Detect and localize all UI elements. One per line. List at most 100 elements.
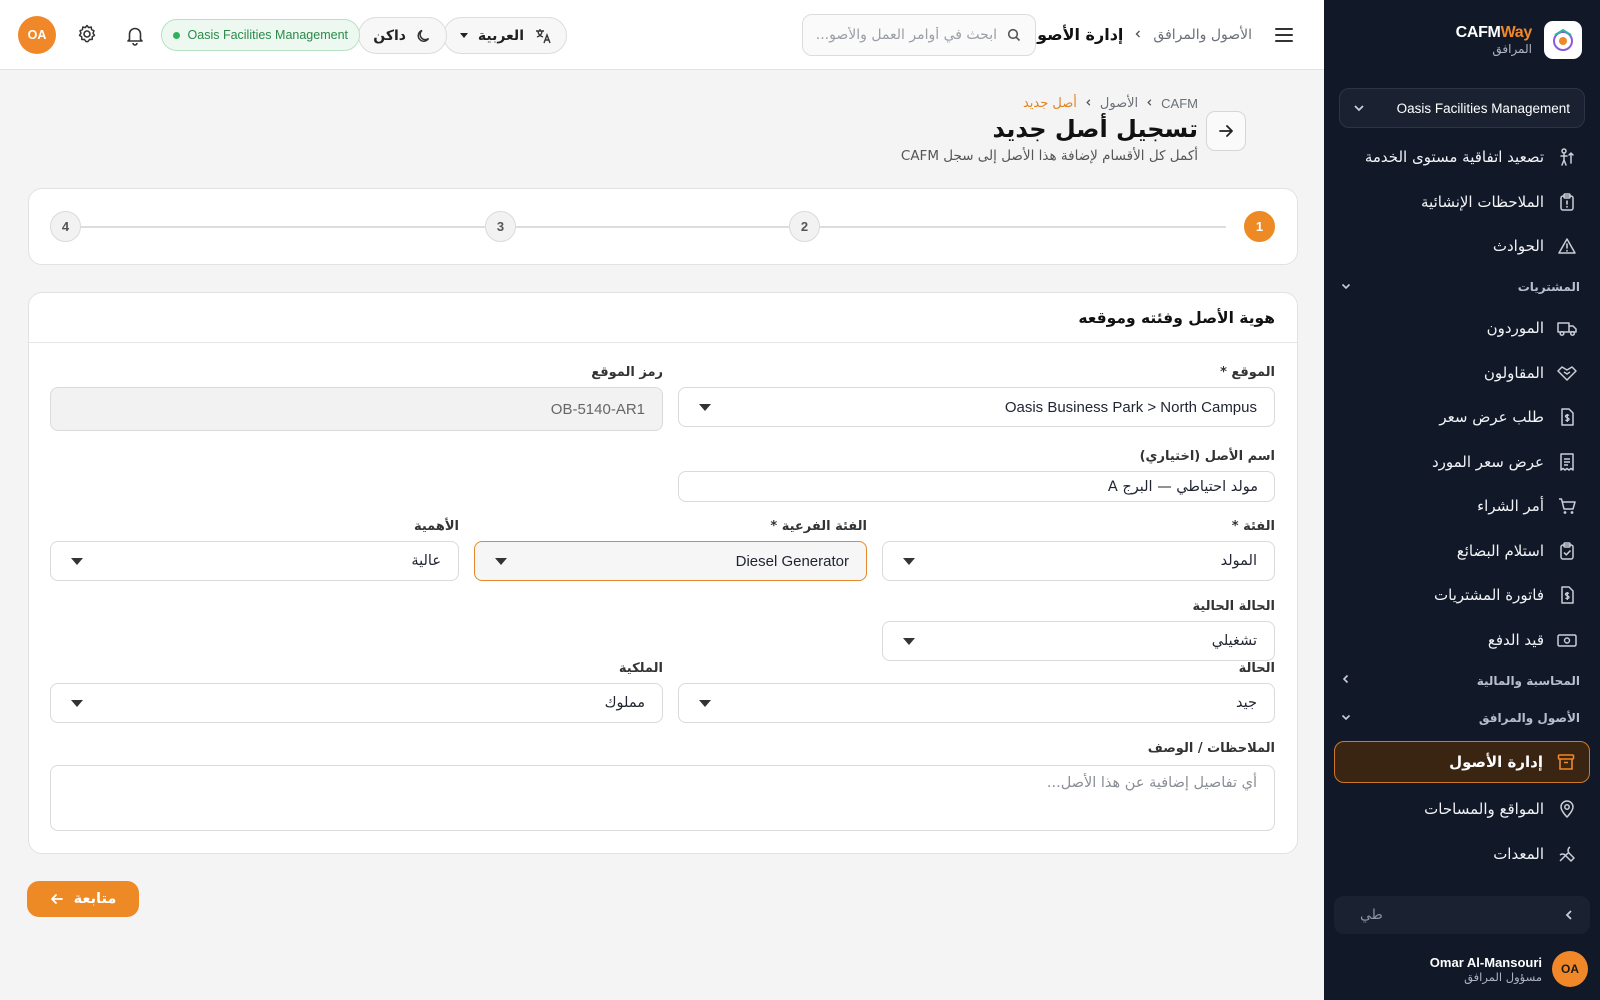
caret-down-icon xyxy=(903,557,915,565)
search-input[interactable] xyxy=(817,27,997,43)
sidebar-item[interactable]: تصعيد اتفاقية مستوى الخدمة xyxy=(1324,135,1600,180)
nav-group-header[interactable]: المشتريات xyxy=(1324,269,1600,307)
breadcrumb-item[interactable]: CAFM xyxy=(1161,96,1198,111)
breadcrumb-item[interactable]: الأصول والمرافق xyxy=(1153,27,1252,43)
ownership-label: الملكية xyxy=(618,661,663,676)
sidebar-item[interactable]: فاتورة المشتريات xyxy=(1324,573,1600,618)
sidebar-item-label: أمر الشراء xyxy=(1477,497,1544,516)
sidebar-item[interactable]: المقاولون xyxy=(1324,351,1600,396)
step-4[interactable]: 4 xyxy=(50,211,81,242)
escalation-icon xyxy=(1556,146,1578,168)
ownership-select[interactable]: مملوك xyxy=(50,683,663,723)
chevron-left-icon xyxy=(1084,96,1093,111)
translate-icon xyxy=(534,27,552,45)
subcategory-select[interactable]: Diesel Generator xyxy=(474,541,867,581)
sidebar-item-label: الموردون xyxy=(1486,319,1544,338)
sidebar-item[interactable]: إدارة الأصول xyxy=(1334,741,1590,783)
caret-down-icon xyxy=(699,699,711,707)
step-connector xyxy=(80,226,485,228)
clipboard-check-icon xyxy=(1556,540,1578,562)
breadcrumb-current: أصل جديد xyxy=(1022,96,1077,111)
stepper: 4 3 2 1 xyxy=(28,188,1298,265)
menu-icon[interactable] xyxy=(1272,23,1296,47)
sidebar-nav: تصعيد اتفاقية مستوى الخدمة الملاحظات الإن… xyxy=(1324,135,1600,885)
notes-field[interactable] xyxy=(50,765,1275,831)
asset-name-input[interactable] xyxy=(679,472,1274,501)
location-value: Oasis Business Park > North Campus xyxy=(1004,398,1257,416)
sidebar-item[interactable]: المواقع والمساحات xyxy=(1324,787,1600,832)
brand: CAFMWay المرافق xyxy=(1342,18,1582,62)
sidebar-item-label: طلب عرض سعر xyxy=(1439,408,1544,427)
org-selector-value: Oasis Facilities Management xyxy=(1396,100,1570,116)
theme-label: داكن xyxy=(373,27,406,44)
sidebar-item[interactable]: طلب عرض سعر xyxy=(1324,395,1600,440)
nav-group-header[interactable]: الأصول والمرافق xyxy=(1324,700,1600,738)
theme-toggle[interactable]: داكن xyxy=(358,17,447,54)
map-pin-icon xyxy=(1556,798,1578,820)
step-3[interactable]: 3 xyxy=(485,211,516,242)
nav-group-header[interactable]: المحاسبة والمالية xyxy=(1324,662,1600,700)
chevron-left-icon xyxy=(1133,28,1143,42)
nav-group-label: المحاسبة والمالية xyxy=(1476,673,1580,688)
criticality-select[interactable]: عالية xyxy=(50,541,459,581)
cart-icon xyxy=(1556,495,1578,517)
collapse-sidebar-button[interactable]: طي xyxy=(1334,896,1590,934)
org-badge-label: Oasis Facilities Management xyxy=(187,28,348,42)
sidebar: CAFMWay المرافق Oasis Facilities Managem… xyxy=(1324,0,1600,1000)
step-1[interactable]: 1 xyxy=(1244,211,1275,242)
bell-icon[interactable] xyxy=(124,24,146,46)
sidebar-item-label: المقاولون xyxy=(1483,363,1544,382)
status-value: تشغيلي xyxy=(1211,633,1257,649)
search-box[interactable] xyxy=(802,14,1036,56)
asset-form: هوية الأصل وفئته وموقعه الموقع * Oasis B… xyxy=(28,292,1298,854)
condition-select[interactable]: جيد xyxy=(678,683,1275,723)
category-label: الفئة * xyxy=(1231,519,1275,534)
org-selector[interactable]: Oasis Facilities Management xyxy=(1339,88,1585,128)
sidebar-item[interactable]: الملاحظات الإنشائية xyxy=(1324,180,1600,225)
section-title: هوية الأصل وفئته وموقعه xyxy=(29,293,1297,343)
banknote-icon xyxy=(1556,629,1578,651)
chevron-down-icon xyxy=(1352,101,1366,115)
gear-icon[interactable] xyxy=(76,23,98,45)
org-status-badge: Oasis Facilities Management xyxy=(160,19,360,51)
location-select[interactable]: Oasis Business Park > North Campus xyxy=(678,387,1275,427)
category-select[interactable]: المولد xyxy=(882,541,1275,581)
sidebar-item[interactable]: قيد الدفع xyxy=(1324,618,1600,663)
criticality-label: الأهمية xyxy=(413,519,459,534)
topbar: الأصول والمرافق إدارة الأصول العربية داك… xyxy=(0,0,1324,70)
sidebar-item-label: الحوادث xyxy=(1492,237,1544,256)
handshake-icon xyxy=(1556,362,1578,384)
sidebar-item[interactable]: الموردون xyxy=(1324,306,1600,351)
notes-textarea[interactable] xyxy=(51,766,1274,830)
step-2[interactable]: 2 xyxy=(789,211,820,242)
sidebar-item[interactable]: استلام البضائع xyxy=(1324,529,1600,574)
sidebar-item-label: تصعيد اتفاقية مستوى الخدمة xyxy=(1364,148,1544,167)
sidebar-item[interactable]: أمر الشراء xyxy=(1324,484,1600,529)
breadcrumb-current: إدارة الأصول xyxy=(1023,25,1124,44)
status-select[interactable]: تشغيلي xyxy=(882,621,1275,661)
sidebar-item[interactable]: المعدات xyxy=(1324,832,1600,877)
sidebar-item[interactable]: الأرضيات والمكونات xyxy=(1324,876,1600,885)
sidebar-item-label: المواقع والمساحات xyxy=(1424,800,1544,819)
continue-label: متابعة xyxy=(73,891,117,907)
breadcrumb: الأصول والمرافق إدارة الأصول xyxy=(1023,25,1252,44)
chevron-down-icon xyxy=(1340,280,1352,295)
status-label: الحالة الحالية xyxy=(1192,599,1275,614)
language-selector[interactable]: العربية xyxy=(442,17,567,54)
arrow-right-icon xyxy=(1217,122,1235,140)
sidebar-item-label: إدارة الأصول xyxy=(1449,753,1543,771)
asset-name-field[interactable] xyxy=(678,471,1275,502)
subcategory-label: الفئة الفرعية * xyxy=(770,519,867,534)
sidebar-item[interactable]: الحوادث xyxy=(1324,224,1600,269)
file-dollar-icon xyxy=(1556,406,1578,428)
user-profile[interactable]: OA Omar Al-Mansouri مسؤول المرافق xyxy=(1336,946,1588,992)
warning-icon xyxy=(1556,235,1578,257)
brand-name: CAFMWay xyxy=(1455,24,1533,42)
condition-label: الحالة xyxy=(1238,661,1275,676)
breadcrumb-item[interactable]: الأصول xyxy=(1100,96,1138,111)
continue-button[interactable]: متابعة xyxy=(27,881,139,917)
page-title: تسجيل أصل جديد xyxy=(992,115,1198,143)
back-button[interactable] xyxy=(1206,111,1246,151)
sidebar-item[interactable]: عرض سعر المورد xyxy=(1324,440,1600,485)
avatar[interactable]: OA xyxy=(18,16,56,54)
